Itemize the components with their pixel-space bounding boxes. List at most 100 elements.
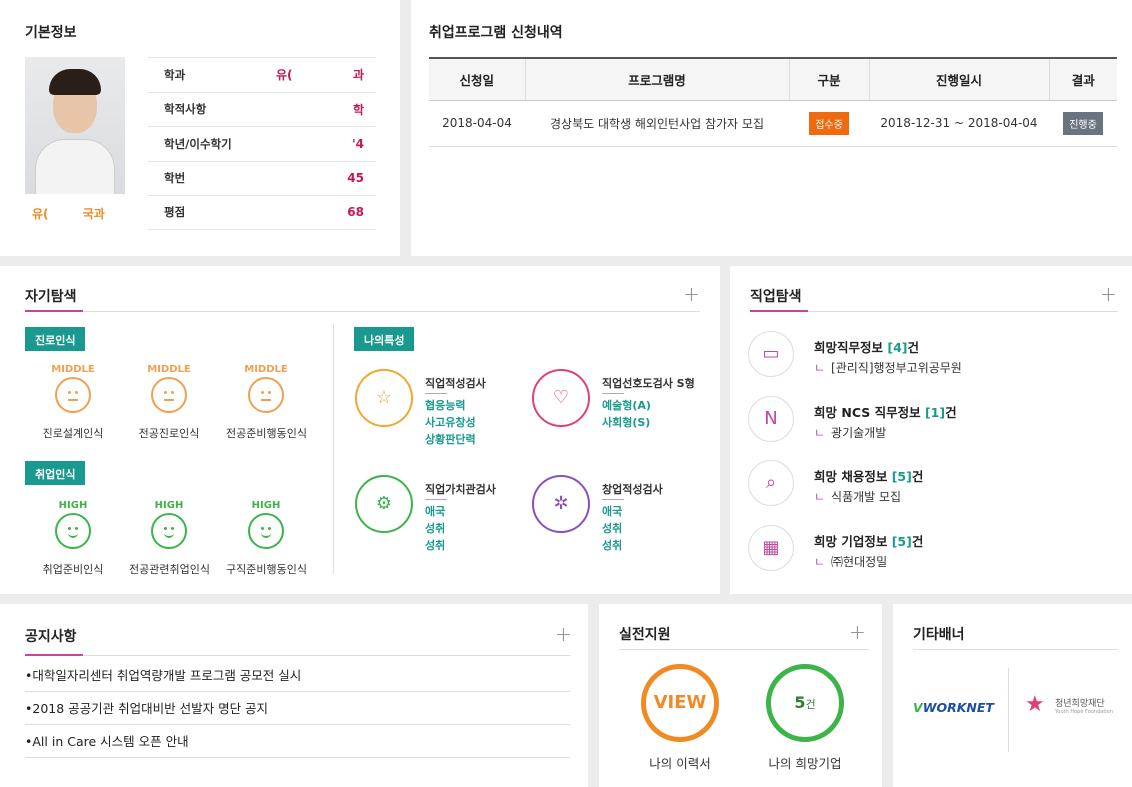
smile-face-icon — [151, 513, 187, 549]
info-value: 45 — [347, 171, 364, 186]
divider — [25, 311, 700, 312]
test-result: 성취 — [425, 539, 446, 552]
star-logo-icon: ★ — [1025, 692, 1045, 717]
info-key: 학과 — [164, 67, 186, 82]
job-item-title: 희망 NCS 직무정보 [1]건 — [814, 405, 957, 420]
col-header: 구분 — [788, 57, 869, 101]
awareness-label: 구직준비행동인식 — [226, 563, 307, 576]
self-exploration-panel: 자기탐색 + 진로인식 취업인식 나의특성 MIDDLE 진로설계인식 MIDD… — [0, 266, 720, 594]
level-label: HIGH — [58, 500, 88, 511]
resume-view-button[interactable]: VIEW — [641, 664, 719, 742]
awareness-label: 진로설계인식 — [42, 427, 104, 440]
count-unit: 건 — [805, 698, 816, 711]
result-badge: 진행중 — [1063, 111, 1103, 135]
program-period: 2018-12-31 ~ 2018-04-04 — [869, 100, 1049, 147]
support-more-button[interactable]: + — [849, 622, 866, 642]
notice-item[interactable]: •대학일자리센터 취업역량개발 프로그램 공모전 실시 — [25, 659, 570, 692]
info-value: 68 — [347, 205, 364, 220]
smiley-job-prep[interactable]: HIGH 취업준비인식 — [33, 500, 113, 577]
test-result: 사고유창성 — [425, 416, 476, 429]
building-icon: ▦ — [748, 525, 794, 571]
folder-icon: ▭ — [748, 331, 794, 377]
my-traits-tag: 나의특성 — [354, 327, 415, 351]
test-name: 직업선호도검사 S형 — [602, 377, 695, 390]
title-underline — [25, 310, 83, 312]
notice-title: 공지사항 — [25, 629, 77, 645]
smiley-major-job[interactable]: HIGH 전공관련취업인식 — [129, 500, 210, 577]
divider — [619, 649, 869, 650]
info-value: 학 — [352, 102, 364, 117]
basic-info-title: 기본정보 — [25, 25, 77, 41]
program-name[interactable]: 경상북도 대학생 해외인턴사업 참가자 모집 — [525, 100, 789, 147]
smiley-major-prep[interactable]: MIDDLE 전공준비행동인식 — [226, 364, 307, 441]
info-row-dept: 학과 유( 과 — [148, 57, 376, 92]
divider — [25, 655, 570, 656]
level-label: MIDDLE — [147, 364, 191, 375]
awareness-label: 전공관련취업인식 — [129, 563, 210, 576]
col-header: 신청일 — [429, 57, 525, 101]
notice-item[interactable]: •2018 공공기관 취업대비반 선발자 명단 공지 — [25, 692, 570, 725]
info-row-grade: 학년/이수학기 '4 — [148, 126, 376, 161]
info-value: '4 — [351, 136, 364, 151]
smile-face-icon — [248, 513, 284, 549]
profile-photo — [25, 57, 125, 194]
smiley-jobseek-prep[interactable]: HIGH 구직준비행동인식 — [226, 500, 307, 577]
neutral-face-icon — [248, 377, 284, 413]
neutral-face-icon — [55, 377, 91, 413]
test-result: 성취 — [425, 522, 446, 535]
table-row[interactable]: 2018-04-04 경상북도 대학생 해외인턴사업 참가자 모집 접수중 20… — [429, 100, 1117, 147]
notice-more-button[interactable]: + — [555, 624, 572, 644]
ncs-icon: N — [748, 396, 794, 442]
notice-item[interactable]: •All in Care 시스템 오픈 안내 — [25, 725, 570, 758]
job-item-sub: ㄴ 식품개발 모집 — [814, 490, 902, 504]
test-name: 직업가치관검사 — [425, 483, 496, 496]
job-exploration-more-button[interactable]: + — [1100, 284, 1117, 304]
foundation-name-en: Youth Hope Foundation — [1055, 709, 1113, 715]
level-label: HIGH — [251, 500, 281, 511]
basic-info-panel: 기본정보 유( 국과 학과 유( 과 학적사항 학 학년/이수학기 '4 학번 … — [0, 0, 400, 256]
test-result: 애국 — [425, 505, 446, 518]
test-result: 성취 — [602, 522, 623, 535]
apply-date: 2018-04-04 — [429, 100, 525, 147]
test-result: 성취 — [602, 539, 623, 552]
count-number: 5 — [794, 693, 806, 712]
test-name: 창업적성검사 — [602, 483, 663, 496]
info-key: 평점 — [164, 205, 186, 220]
profile-name-caption: 유( 국과 — [32, 207, 105, 221]
support-title: 실전지원 — [619, 627, 671, 643]
title-underline — [25, 654, 83, 656]
smiley-career-design[interactable]: MIDDLE 진로설계인식 — [33, 364, 113, 441]
smiley-major-career[interactable]: MIDDLE 전공진로인식 — [129, 364, 209, 441]
info-key: 학번 — [164, 171, 186, 186]
job-item-title: 희망 기업정보 [5]건 — [814, 534, 924, 549]
worknet-banner[interactable]: VWORKNET — [913, 700, 994, 715]
test-results: 애국 성취 성취 — [425, 503, 445, 554]
divider — [913, 649, 1118, 650]
info-key: 학년/이수학기 — [164, 136, 232, 151]
worknet-v-icon: V — [913, 700, 923, 715]
gear-head-icon: ⚙ — [355, 475, 413, 533]
awareness-label: 전공준비행동인식 — [226, 427, 307, 440]
test-result: 예술형(A) — [602, 399, 651, 412]
test-results: 예술형(A) 사회형(S) — [602, 397, 651, 431]
network-icon: ✲ — [532, 475, 590, 533]
awareness-label: 전공진로인식 — [138, 427, 200, 440]
banner-panel: 기타배너 VWORKNET ★ 청년희망재단 Youth Hope Founda… — [893, 604, 1132, 787]
hope-company-count-button[interactable]: 5건 — [766, 664, 844, 742]
col-header: 진행일시 — [868, 57, 1049, 101]
worknet-logo: WORKNET — [922, 700, 994, 715]
banner-divider — [1008, 668, 1009, 752]
basic-info-table: 학과 유( 과 학적사항 학 학년/이수학기 '4 학번 45 평점 68 — [148, 57, 376, 230]
career-awareness-tag: 진로인식 — [25, 327, 86, 351]
test-name: 직업적성검사 — [425, 377, 486, 390]
job-item-title: 희망 채용정보 [5]건 — [814, 469, 924, 484]
resume-label: 나의 이력서 — [649, 756, 711, 771]
self-exploration-more-button[interactable]: + — [683, 284, 700, 304]
info-row-id: 학번 45 — [148, 160, 376, 196]
test-result: 상황판단력 — [425, 433, 476, 446]
neutral-face-icon — [151, 377, 187, 413]
level-label: MIDDLE — [51, 364, 95, 375]
info-row-status: 학적사항 학 — [148, 91, 376, 127]
self-exploration-title: 자기탐색 — [25, 289, 77, 305]
support-panel: 실전지원 + VIEW 5건 나의 이력서 나의 희망기업 — [599, 604, 882, 787]
